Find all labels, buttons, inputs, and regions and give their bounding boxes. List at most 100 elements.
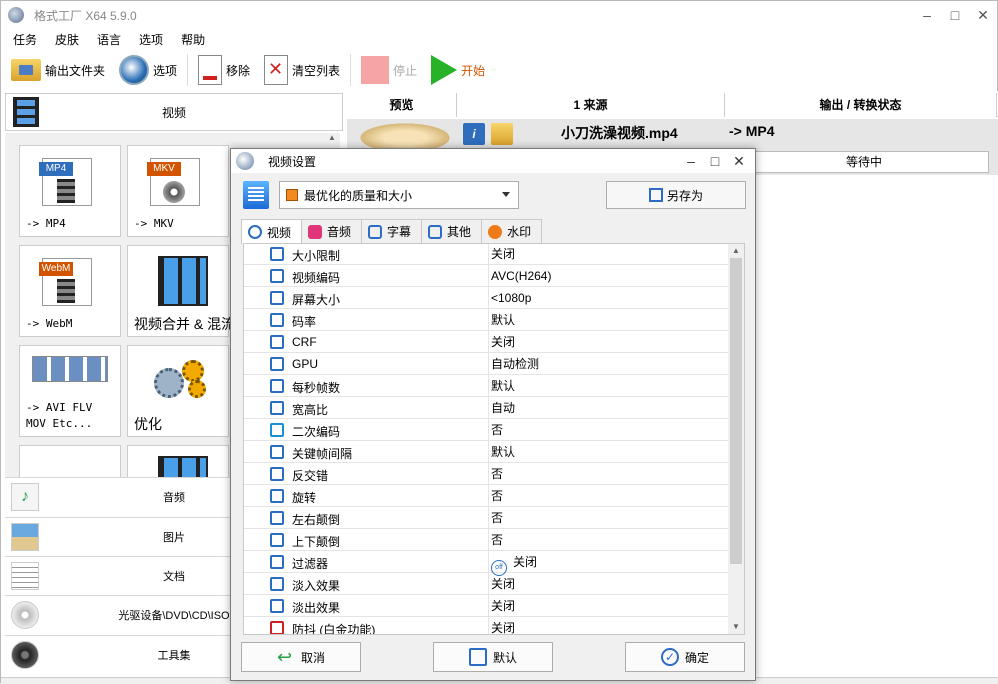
property-icon xyxy=(270,357,284,371)
scroll-up-arrow[interactable]: ▲ xyxy=(728,244,744,258)
category-video[interactable]: 视频 xyxy=(5,93,343,131)
menu-language[interactable]: 语言 xyxy=(91,31,127,48)
cancel-button[interactable]: ↩ 取消 xyxy=(241,642,361,672)
options-label: 选项 xyxy=(153,63,178,78)
menu-skin[interactable]: 皮肤 xyxy=(49,31,85,48)
property-row[interactable]: 反交错 否 xyxy=(244,463,730,485)
property-row[interactable]: 淡入效果 关闭 xyxy=(244,573,730,595)
property-row[interactable]: 左右颠倒 否 xyxy=(244,507,730,529)
tile-merge[interactable]: 视频合并 & 混流 xyxy=(127,245,235,337)
property-row[interactable]: 屏幕大小 <1080p xyxy=(244,287,730,309)
status-badge: 等待中 xyxy=(739,151,989,173)
property-row[interactable]: 过滤器 off 关闭 xyxy=(244,551,730,576)
scroll-up-arrow[interactable]: ▲ xyxy=(324,133,340,142)
stop-icon xyxy=(361,56,390,84)
tile-optimize[interactable]: 优化 xyxy=(127,345,229,437)
title-bar: 格式工厂 X64 5.9.0 – □ ✕ xyxy=(1,1,997,29)
property-row[interactable]: 防抖 (白金功能) 关闭 xyxy=(244,617,730,634)
col-output-status[interactable]: 输出 / 转换状态 xyxy=(725,93,997,117)
tab-video[interactable]: 视频 xyxy=(241,219,303,244)
property-value[interactable]: 否 xyxy=(488,419,730,441)
property-name: 大小限制 xyxy=(292,249,341,263)
minimize-button[interactable]: – xyxy=(913,1,941,29)
property-value-text: 默认 xyxy=(491,313,516,327)
clear-list-button[interactable]: 清空列表 xyxy=(260,51,344,89)
property-value-text: 关闭 xyxy=(491,577,516,591)
property-value[interactable]: 自动 xyxy=(488,397,730,419)
check-circle-icon: ✓ xyxy=(660,648,679,666)
maximize-button[interactable]: □ xyxy=(941,1,969,29)
property-value[interactable]: 否 xyxy=(488,485,730,507)
scroll-thumb[interactable] xyxy=(730,258,742,564)
menu-task[interactable]: 任务 xyxy=(7,31,43,48)
property-value[interactable]: AVC(H264) xyxy=(488,265,730,287)
category-video-label: 视频 xyxy=(161,105,186,120)
property-row[interactable]: 每秒帧数 默认 xyxy=(244,375,730,397)
info-icon[interactable]: i xyxy=(463,123,485,145)
tab-subtitle[interactable]: 字幕 xyxy=(361,219,423,243)
property-row[interactable]: 二次编码 否 xyxy=(244,419,730,441)
dialog-maximize-button[interactable]: □ xyxy=(703,149,727,173)
property-value[interactable]: <1080p xyxy=(488,287,730,309)
scroll-down-arrow[interactable]: ▼ xyxy=(728,620,744,634)
preset-dropdown[interactable]: 最优化的质量和大小 xyxy=(279,181,519,209)
property-value[interactable]: 关闭 xyxy=(488,617,730,634)
tab-audio[interactable]: 音频 xyxy=(301,219,363,243)
property-value[interactable]: 默认 xyxy=(488,309,730,331)
menu-options[interactable]: 选项 xyxy=(133,31,169,48)
default-button[interactable]: 默认 xyxy=(433,642,553,672)
property-row[interactable]: 关键帧间隔 默认 xyxy=(244,441,730,463)
tab-other-label: 其他 xyxy=(447,225,472,239)
tile-mkv[interactable]: MKV -> MKV xyxy=(127,145,229,237)
property-name: 每秒帧数 xyxy=(292,381,341,395)
property-value[interactable]: 否 xyxy=(488,529,730,551)
property-scrollbar[interactable]: ▲ ▼ xyxy=(728,244,744,634)
property-row[interactable]: 宽高比 自动 xyxy=(244,397,730,419)
dialog-close-button[interactable]: ✕ xyxy=(727,149,751,173)
tile-other-formats[interactable]: -> AVI FLV MOV Etc... xyxy=(19,345,121,437)
property-value[interactable]: 关闭 xyxy=(488,244,730,265)
property-row[interactable]: GPU 自动检测 xyxy=(244,353,730,375)
property-value[interactable]: 关闭 xyxy=(488,331,730,353)
property-value[interactable]: 关闭 xyxy=(488,573,730,595)
property-row[interactable]: 上下颠倒 否 xyxy=(244,529,730,551)
dialog-minimize-button[interactable]: – xyxy=(679,149,703,173)
property-name: 宽高比 xyxy=(292,403,329,417)
col-source[interactable]: 1 来源 xyxy=(457,93,725,117)
tile-mp4[interactable]: MP4 -> MP4 xyxy=(19,145,121,237)
start-button[interactable]: 开始 xyxy=(427,51,489,89)
property-row[interactable]: 大小限制 关闭 xyxy=(244,244,730,265)
property-row[interactable]: CRF 关闭 xyxy=(244,331,730,353)
tab-watermark[interactable]: 水印 xyxy=(481,219,543,243)
property-value[interactable]: 否 xyxy=(488,463,730,485)
property-value[interactable]: 否 xyxy=(488,507,730,529)
stop-button[interactable]: 停止 xyxy=(357,51,421,89)
close-button[interactable]: ✕ xyxy=(969,1,997,29)
mp4-badge: MP4 xyxy=(39,162,73,176)
tab-other[interactable]: 其他 xyxy=(421,219,483,243)
property-row[interactable]: 旋转 否 xyxy=(244,485,730,507)
property-value[interactable]: 默认 xyxy=(488,441,730,463)
property-row[interactable]: 视频编码 AVC(H264) xyxy=(244,265,730,287)
property-value-text: 否 xyxy=(491,533,504,547)
property-value-text: 关闭 xyxy=(491,247,516,261)
save-as-button[interactable]: 另存为 xyxy=(606,181,746,209)
property-icon xyxy=(270,599,284,613)
property-row[interactable]: 淡出效果 关闭 xyxy=(244,595,730,617)
col-preview[interactable]: 预览 xyxy=(347,93,457,117)
property-value[interactable]: off 关闭 xyxy=(488,551,730,576)
property-value[interactable]: 默认 xyxy=(488,375,730,397)
options-button[interactable]: 选项 xyxy=(115,51,181,89)
property-value[interactable]: 关闭 xyxy=(488,595,730,617)
ok-button[interactable]: ✓ 确定 xyxy=(625,642,745,672)
remove-button[interactable]: 移除 xyxy=(194,51,254,89)
property-value[interactable]: 自动检测 xyxy=(488,353,730,375)
menu-help[interactable]: 帮助 xyxy=(175,31,211,48)
reel-icon xyxy=(163,181,185,203)
watermark-tab-icon xyxy=(488,224,503,239)
open-folder-icon[interactable] xyxy=(491,123,513,145)
tile-webm[interactable]: WebM -> WebM xyxy=(19,245,121,337)
property-name: 反交错 xyxy=(292,469,329,483)
property-row[interactable]: 码率 默认 xyxy=(244,309,730,331)
output-folder-button[interactable]: 输出文件夹 xyxy=(7,51,109,89)
